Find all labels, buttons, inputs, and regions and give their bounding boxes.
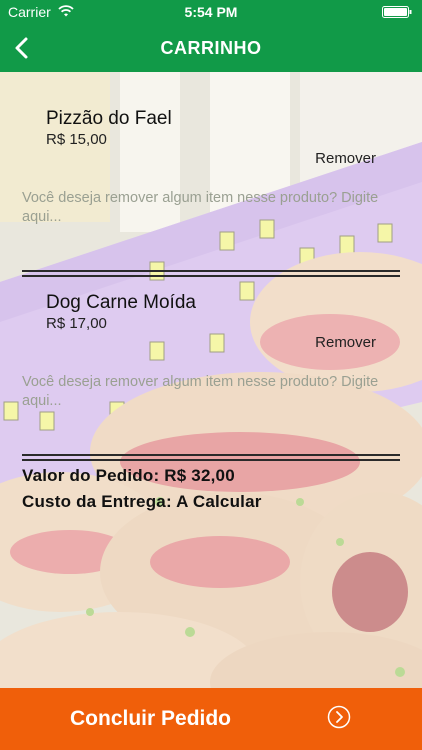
- clock-time: 5:54 PM: [184, 4, 238, 20]
- delivery-cost-label: Custo da Entrega: A Calcular: [22, 492, 262, 511]
- battery-icon: [382, 6, 412, 18]
- status-bar: Carrier 5:54 PM: [0, 0, 422, 24]
- item-price: R$ 15,00: [46, 131, 107, 148]
- conclude-order-label: Concluir Pedido: [70, 707, 232, 730]
- remove-item-button[interactable]: Remover: [315, 150, 376, 167]
- navigation-bar: CARRINHO: [0, 24, 422, 72]
- item-note-input[interactable]: Você deseja remover algum item nesse pro…: [22, 373, 392, 411]
- item-price: R$ 17,00: [46, 315, 107, 332]
- item-name: Dog Carne Moída: [46, 292, 196, 313]
- arrow-right-circle-icon: [327, 705, 351, 729]
- page-title: CARRINHO: [160, 38, 262, 58]
- item-divider: [22, 270, 400, 277]
- conclude-order-button[interactable]: Concluir Pedido: [0, 688, 422, 750]
- order-value-label: Valor do Pedido: R$ 32,00: [22, 466, 235, 485]
- summary-divider: [22, 454, 400, 461]
- item-name: Pizzão do Fael: [46, 108, 172, 129]
- remove-item-button[interactable]: Remover: [315, 334, 376, 351]
- item-note-input[interactable]: Você deseja remover algum item nesse pro…: [22, 189, 392, 227]
